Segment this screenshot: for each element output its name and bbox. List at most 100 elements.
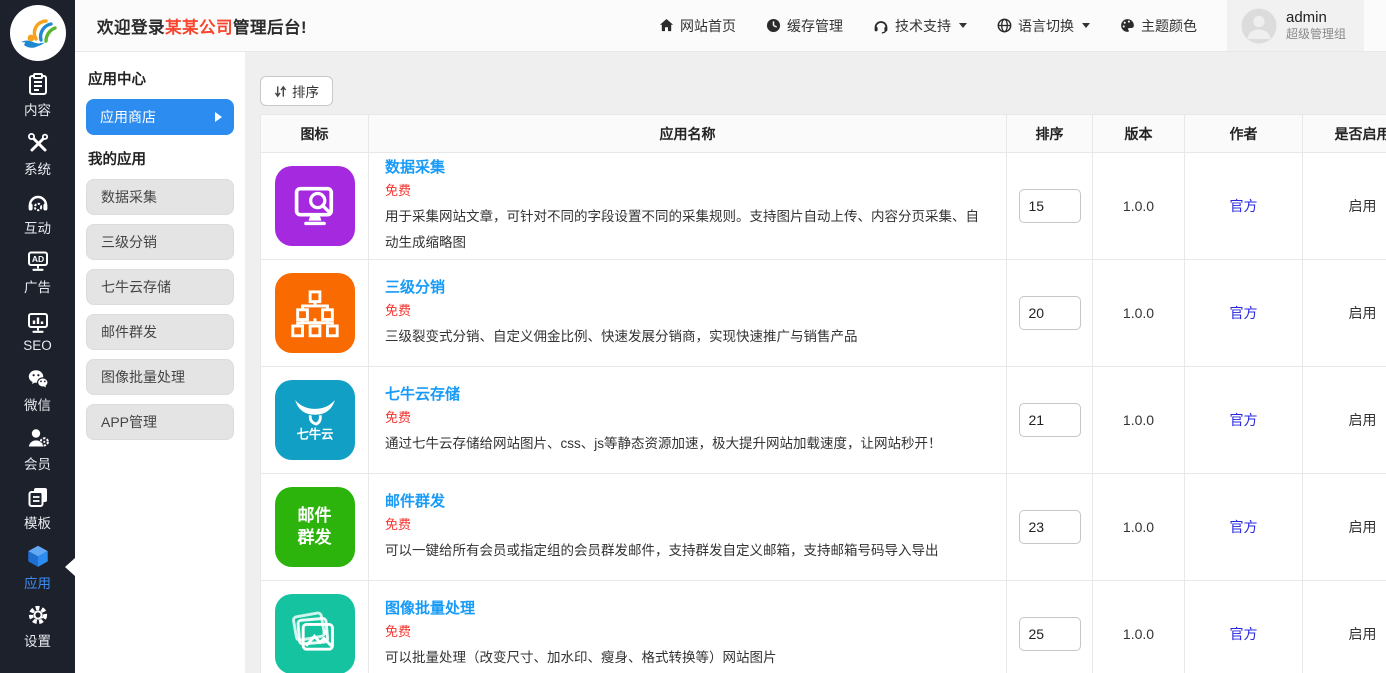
sidebar-item-system[interactable]: 系统	[0, 125, 75, 184]
author-link[interactable]: 官方	[1230, 519, 1258, 535]
sidebar-item-apps[interactable]: 应用	[0, 538, 75, 597]
sidebar-item-label: 系统	[24, 158, 51, 178]
app-version: 1.0.0	[1093, 474, 1185, 581]
app-name-link[interactable]: 三级分销	[385, 276, 445, 297]
sidebar-item-settings[interactable]: 设置	[0, 597, 75, 656]
submenu-item-app-manage[interactable]: APP管理	[86, 404, 234, 440]
company-name: 某某公司	[165, 19, 233, 37]
arrow-right-icon	[215, 112, 222, 122]
sidebar-item-content[interactable]: 内容	[0, 66, 75, 125]
sort-order-input[interactable]	[1019, 617, 1081, 651]
sidebar-item-interaction[interactable]: 互动	[0, 184, 75, 243]
submenu-item-qiniu[interactable]: 七牛云存储	[86, 269, 234, 305]
app-version: 1.0.0	[1093, 153, 1185, 260]
sidebar-item-label: SEO	[23, 338, 52, 353]
tools-icon	[26, 131, 50, 155]
app-tile	[275, 594, 355, 673]
app-price: 免费	[385, 621, 986, 640]
sort-button-label: 排序	[292, 81, 319, 101]
app-tile: 七牛云	[275, 380, 355, 460]
app-version: 1.0.0	[1093, 581, 1185, 673]
main-content: 排序 图标 应用名称 排序 版本 作者 是否启用	[245, 52, 1386, 673]
enabled-status[interactable]: 启用	[1303, 260, 1386, 367]
welcome-prefix: 欢迎登录	[97, 19, 165, 37]
monitor-search-icon	[289, 180, 341, 232]
app-name-link[interactable]: 图像批量处理	[385, 597, 475, 618]
sidebar-item-wechat[interactable]: 微信	[0, 361, 75, 420]
enabled-status[interactable]: 启用	[1303, 367, 1386, 474]
table-row: 七牛云 七牛云存储 免费 通过七牛云存储给网站图片、css、js等静态资源加速，…	[261, 367, 1386, 474]
photo-stack-icon	[288, 607, 342, 661]
app-price: 免费	[385, 407, 986, 426]
clipboard-icon	[26, 72, 50, 96]
sidebar-item-seo[interactable]: SEO	[0, 302, 75, 361]
nav-item-label: 技术支持	[895, 16, 951, 36]
sidebar-item-templates[interactable]: 模板	[0, 479, 75, 538]
sidebar-item-label: 设置	[24, 630, 51, 650]
submenu-item-label: 七牛云存储	[101, 277, 171, 297]
clock-icon	[766, 18, 781, 33]
user-meta: admin 超级管理组	[1286, 9, 1346, 43]
submenu-item-mail[interactable]: 邮件群发	[86, 314, 234, 350]
author-link[interactable]: 官方	[1230, 305, 1258, 321]
enabled-status[interactable]: 启用	[1303, 581, 1386, 673]
user-menu[interactable]: admin 超级管理组	[1227, 0, 1364, 51]
page-title: 欢迎登录某某公司管理后台!	[75, 14, 307, 38]
svg-text:AD: AD	[31, 254, 43, 264]
sidebar-item-members[interactable]: 会员	[0, 420, 75, 479]
nav-item-label: 缓存管理	[787, 16, 843, 36]
app-version: 1.0.0	[1093, 260, 1185, 367]
table-row: 邮件 群发 邮件群发 免费 可以一键给所有会员或指定组的会员群发邮件，支持群发自…	[261, 474, 1386, 581]
headset-icon	[873, 18, 889, 34]
cube-icon	[25, 543, 51, 569]
welcome-suffix: 管理后台!	[233, 19, 307, 37]
submenu-section-title-store: 应用中心	[88, 68, 234, 89]
table-row: 图像批量处理 免费 可以批量处理（改变尺寸、加水印、瘦身、格式转换等）网站图片 …	[261, 581, 1386, 673]
company-logo-icon	[16, 11, 60, 55]
submenu-item-app-store[interactable]: 应用商店	[86, 99, 234, 135]
app-name-link[interactable]: 数据采集	[385, 156, 445, 177]
author-link[interactable]: 官方	[1230, 626, 1258, 642]
app-price: 免费	[385, 180, 986, 199]
nav-item-support[interactable]: 技术支持	[873, 16, 967, 36]
submenu-item-distribution[interactable]: 三级分销	[86, 224, 234, 260]
wechat-icon	[26, 367, 50, 391]
avatar	[1241, 8, 1277, 44]
submenu-section-title-my-apps: 我的应用	[88, 148, 234, 169]
gear-icon	[26, 603, 50, 627]
submenu-item-label: 邮件群发	[101, 322, 157, 342]
sidebar-item-label: 应用	[24, 572, 51, 592]
author-link[interactable]: 官方	[1230, 412, 1258, 428]
sort-order-input[interactable]	[1019, 403, 1081, 437]
author-link[interactable]: 官方	[1230, 198, 1258, 214]
sidebar-item-label: 模板	[24, 512, 51, 532]
org-chart-icon	[289, 287, 341, 339]
sidebar-item-label: 广告	[24, 276, 51, 296]
sort-order-input[interactable]	[1019, 510, 1081, 544]
column-header-name: 应用名称	[369, 115, 1007, 153]
sidebar-item-ads[interactable]: AD 广告	[0, 243, 75, 302]
enabled-status[interactable]: 启用	[1303, 153, 1386, 260]
nav-item-cache[interactable]: 缓存管理	[766, 16, 843, 36]
app-tile	[275, 273, 355, 353]
submenu-item-data-collection[interactable]: 数据采集	[86, 179, 234, 215]
nav-item-label: 语言切换	[1018, 16, 1074, 36]
submenu-item-image-batch[interactable]: 图像批量处理	[86, 359, 234, 395]
sort-order-input[interactable]	[1019, 189, 1081, 223]
sort-order-input[interactable]	[1019, 296, 1081, 330]
home-icon	[659, 18, 674, 33]
submenu-item-label: 数据采集	[101, 187, 157, 207]
support-icon	[26, 190, 50, 214]
nav-item-theme[interactable]: 主题颜色	[1120, 16, 1197, 36]
mail-text-icon: 邮件 群发	[298, 505, 332, 549]
app-name-link[interactable]: 七牛云存储	[385, 383, 460, 404]
enabled-status[interactable]: 启用	[1303, 474, 1386, 581]
app-description: 可以一键给所有会员或指定组的会员群发邮件，支持群发自定义邮箱，支持邮箱号码导入导…	[385, 538, 986, 564]
sidebar-item-label: 内容	[24, 99, 51, 119]
logo[interactable]	[0, 0, 75, 66]
nav-item-language[interactable]: 语言切换	[997, 16, 1090, 36]
sort-button[interactable]: 排序	[260, 76, 333, 106]
nav-item-site-home[interactable]: 网站首页	[659, 16, 736, 36]
app-name-link[interactable]: 邮件群发	[385, 490, 445, 511]
top-navigation: 网站首页 缓存管理 技术支持	[659, 0, 1386, 51]
